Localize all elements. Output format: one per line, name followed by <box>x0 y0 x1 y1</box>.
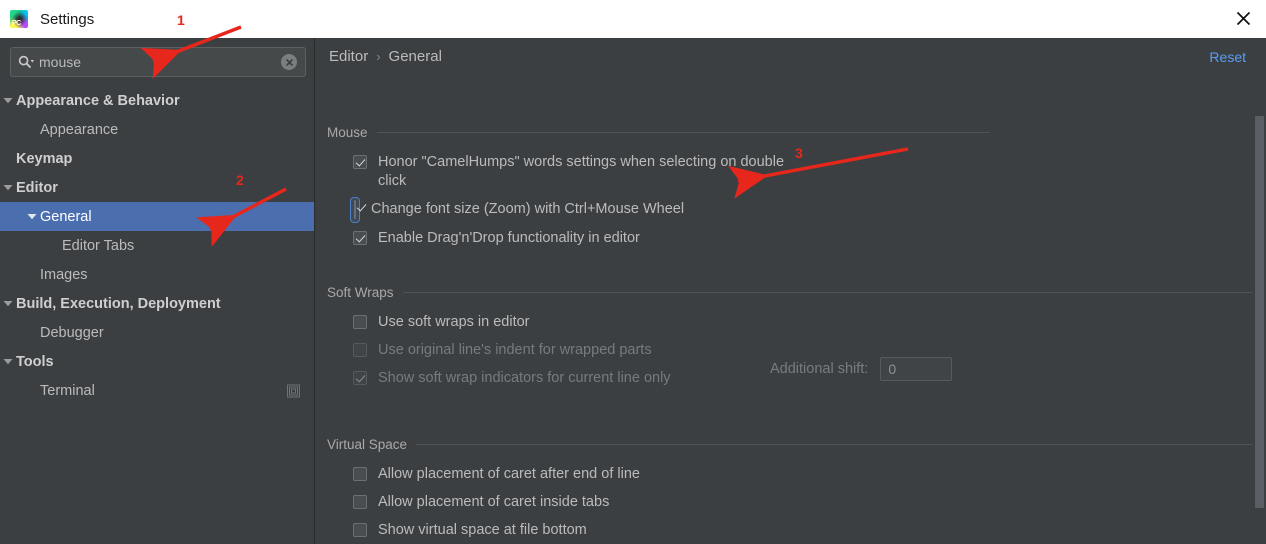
search-input[interactable] <box>39 52 281 72</box>
checkbox[interactable] <box>353 231 367 245</box>
sidebar-item-keymap[interactable]: Keymap <box>0 144 314 173</box>
checkbox-label: Show virtual space at file bottom <box>378 522 587 538</box>
sidebar-item-label: Tools <box>16 353 54 370</box>
checkbox[interactable] <box>353 155 367 169</box>
project-scope-icon <box>287 384 300 397</box>
checkbox-row[interactable]: Allow placement of caret inside tabs <box>353 493 1266 512</box>
breadcrumb-current: General <box>388 48 442 65</box>
focus-ring <box>350 197 360 223</box>
additional-shift-label: Additional shift: <box>770 361 869 377</box>
section-title: Virtual Space <box>327 436 408 452</box>
sidebar-item-images[interactable]: Images <box>0 260 314 289</box>
sidebar-item-label: Appearance <box>40 121 119 138</box>
section-header: Soft Wraps <box>327 284 1266 300</box>
sidebar-item-label: Debugger <box>40 324 104 341</box>
reset-link[interactable]: Reset <box>1209 49 1246 65</box>
chevron-down-icon[interactable] <box>0 97 16 104</box>
close-icon <box>1236 11 1250 26</box>
checkbox[interactable] <box>353 523 367 537</box>
window-title: Settings <box>40 10 95 28</box>
settings-dialog: Settings Appearance & Beha <box>0 0 1266 544</box>
additional-shift-group: Additional shift: 0 <box>770 357 953 381</box>
sidebar-item-label: Keymap <box>16 150 73 167</box>
checkbox-label: Show soft wrap indicators for current li… <box>378 370 671 386</box>
sidebar-item-label: Images <box>40 266 88 283</box>
chevron-down-icon[interactable] <box>24 213 40 220</box>
sidebar-item-editor-tabs[interactable]: Editor Tabs <box>0 231 314 260</box>
section-title: Soft Wraps <box>327 284 394 300</box>
section-soft-wraps: Soft Wraps Use soft wraps in editor Use or… <box>327 284 1266 388</box>
sidebar-item-appearance-behavior[interactable]: Appearance & Behavior <box>0 86 314 115</box>
breadcrumb-parent[interactable]: Editor <box>329 48 368 65</box>
scrollbar-thumb[interactable] <box>1255 116 1264 508</box>
checkbox-row[interactable]: Honor "CamelHumps" words settings when s… <box>353 153 1266 191</box>
section-divider <box>376 131 990 133</box>
breadcrumb-separator-icon: › <box>376 49 381 64</box>
additional-shift-input: 0 <box>880 357 953 381</box>
section-virtual-space: Virtual Space Allow placement of caret af… <box>327 436 1266 540</box>
checkbox-row[interactable]: Use soft wraps in editor <box>353 313 1266 332</box>
checkbox-label: Use soft wraps in editor <box>378 314 530 330</box>
section-mouse: Mouse Honor "CamelHumps" words settings w… <box>327 124 1266 248</box>
checkbox-row[interactable]: Show virtual space at file bottom <box>353 521 1266 540</box>
sidebar-item-build-execution-deployment[interactable]: Build, Execution, Deployment <box>0 289 314 318</box>
checkbox <box>353 343 367 357</box>
sidebar-item-label: Editor <box>16 179 58 196</box>
breadcrumb: Editor › General <box>329 48 442 65</box>
checkbox-label: Allow placement of caret inside tabs <box>378 494 610 510</box>
sidebar-item-terminal[interactable]: Terminal <box>0 376 314 405</box>
settings-tree: Appearance & Behavior Appearance Keymap Edi… <box>0 86 314 544</box>
sidebar-item-label: Appearance & Behavior <box>16 92 180 109</box>
search-field[interactable] <box>10 47 306 77</box>
section-title: Mouse <box>327 124 368 140</box>
checkbox-label: Allow placement of caret after end of li… <box>378 466 640 482</box>
chevron-down-icon[interactable] <box>0 184 16 191</box>
checkbox-row[interactable]: Allow placement of caret after end of li… <box>353 465 1266 484</box>
chevron-down-icon[interactable] <box>0 358 16 365</box>
section-divider <box>416 443 1266 445</box>
vertical-scrollbar[interactable] <box>1253 78 1266 544</box>
checkbox <box>353 371 367 385</box>
sidebar-item-appearance[interactable]: Appearance <box>0 115 314 144</box>
checkbox[interactable] <box>353 495 367 509</box>
search-icon <box>18 55 35 69</box>
checkbox-label: Enable Drag'n'Drop functionality in edit… <box>378 230 640 246</box>
close-button[interactable] <box>1220 0 1266 37</box>
checkbox[interactable] <box>354 200 356 219</box>
sidebar-item-editor[interactable]: Editor <box>0 173 314 202</box>
sidebar-item-debugger[interactable]: Debugger <box>0 318 314 347</box>
checkbox[interactable] <box>353 315 367 329</box>
sidebar-item-label: Editor Tabs <box>62 237 135 254</box>
pycharm-icon <box>10 10 28 28</box>
section-header: Virtual Space <box>327 436 1266 452</box>
checkbox[interactable] <box>353 467 367 481</box>
checkbox-label: Honor "CamelHumps" words settings when s… <box>378 154 785 189</box>
settings-content: Editor › General Reset Mouse Honor "Camel… <box>315 38 1266 544</box>
checkbox-label: Use original line's indent for wrapped p… <box>378 342 652 358</box>
section-divider <box>402 291 1266 293</box>
sidebar-item-label: Terminal <box>40 382 95 399</box>
section-header: Mouse <box>327 124 1266 140</box>
checkbox-row[interactable]: Enable Drag'n'Drop functionality in edit… <box>353 229 1266 248</box>
checkbox-row[interactable]: Change font size (Zoom) with Ctrl+Mouse … <box>350 197 1266 223</box>
sidebar: Appearance & Behavior Appearance Keymap Edi… <box>0 38 315 544</box>
checkbox-label: Change font size (Zoom) with Ctrl+Mouse … <box>371 201 685 217</box>
sidebar-item-general[interactable]: General <box>0 202 314 231</box>
title-bar: Settings <box>0 0 1266 39</box>
sidebar-item-tools[interactable]: Tools <box>0 347 314 376</box>
clear-circle-icon[interactable] <box>281 54 297 70</box>
sidebar-item-label: General <box>40 208 92 225</box>
chevron-down-icon[interactable] <box>0 300 16 307</box>
sidebar-item-label: Build, Execution, Deployment <box>16 295 221 312</box>
